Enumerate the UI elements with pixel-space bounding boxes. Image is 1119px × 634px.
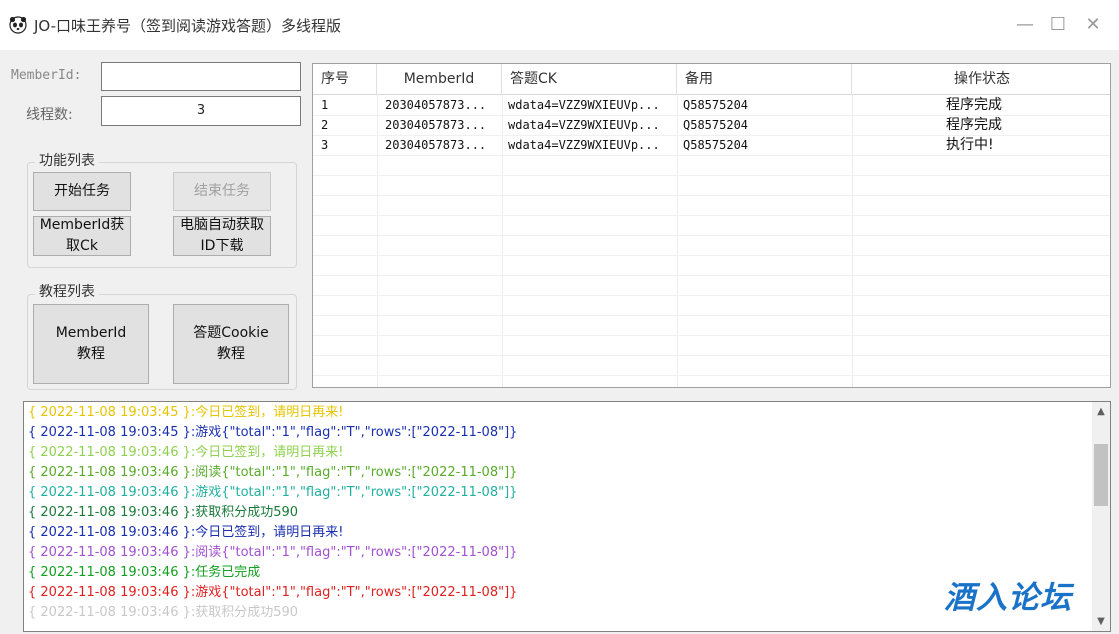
table-row-empty	[313, 235, 1110, 256]
threads-label: 线程数:	[26, 107, 73, 123]
log-line: { 2022-11-08 19:03:46 }:任务已完成	[28, 565, 261, 580]
log-line: { 2022-11-08 19:03:46 }:阅读{"total":"1","…	[28, 545, 518, 560]
log-line: { 2022-11-08 19:03:46 }:游戏{"total":"1","…	[28, 585, 518, 600]
maximize-button[interactable]: ☐	[1045, 12, 1071, 38]
auto-get-id-line1: 电脑自动获取	[180, 217, 264, 233]
table-row-empty	[313, 315, 1110, 336]
cell-backup: Q58575204	[683, 138, 749, 152]
header-backup[interactable]: 备用	[677, 64, 852, 94]
member-id-tutorial-button[interactable]: MemberId 教程	[33, 304, 149, 384]
member-id-get-ck-line1: MemberId获	[39, 217, 125, 233]
cookie-tutorial-button[interactable]: 答题Cookie 教程	[173, 304, 289, 384]
table-row-empty	[313, 195, 1110, 216]
table-row-empty	[313, 355, 1110, 376]
scroll-thumb[interactable]	[1094, 444, 1108, 506]
member-id-input[interactable]	[101, 62, 301, 91]
member-id-label: MemberId:	[11, 68, 82, 83]
header-member-id[interactable]: MemberId	[377, 64, 502, 94]
cell-answer-ck: wdata4=VZZ9WXIEUVp...	[508, 118, 660, 132]
cookie-tutorial-line2: 教程	[217, 346, 245, 362]
threads-input[interactable]: 3	[101, 96, 301, 126]
member-id-tutorial-line2: 教程	[77, 346, 105, 362]
cell-index: 1	[321, 98, 329, 112]
close-button[interactable]: ✕	[1080, 12, 1106, 38]
cell-status: 程序完成	[946, 117, 1002, 133]
watermark-logo: 酒入论坛	[944, 580, 1072, 616]
table-row[interactable]: 1 20304057873... wdata4=VZZ9WXIEUVp... Q…	[313, 95, 1110, 116]
cell-member-id: 20304057873...	[385, 118, 487, 132]
table-row-empty	[313, 215, 1110, 236]
cell-status: 执行中!	[946, 137, 994, 153]
log-line: { 2022-11-08 19:03:46 }:游戏{"total":"1","…	[28, 485, 518, 500]
cell-member-id: 20304057873...	[385, 98, 487, 112]
cell-status: 程序完成	[946, 97, 1002, 113]
cookie-tutorial-line1: 答题Cookie	[193, 325, 269, 341]
table-row[interactable]: 2 20304057873... wdata4=VZZ9WXIEUVp... Q…	[313, 115, 1110, 136]
function-group-title: 功能列表	[35, 150, 99, 170]
cell-answer-ck: wdata4=VZZ9WXIEUVp...	[508, 138, 660, 152]
log-line: { 2022-11-08 19:03:46 }:今日已签到，请明日再来!	[28, 445, 344, 460]
start-task-button[interactable]: 开始任务	[33, 172, 131, 211]
log-line: { 2022-11-08 19:03:46 }:阅读{"total":"1","…	[28, 465, 518, 480]
stop-task-button[interactable]: 结束任务	[173, 172, 271, 211]
cell-answer-ck: wdata4=VZZ9WXIEUVp...	[508, 98, 660, 112]
grid-header: 序号 MemberId 答题CK 备用 操作状态	[313, 64, 1110, 95]
panda-app-icon	[9, 16, 27, 34]
log-scrollbar[interactable]: ▲ ▼	[1092, 402, 1110, 631]
member-id-get-ck-button[interactable]: MemberId获 取Ck	[33, 216, 131, 256]
minimize-button[interactable]: —	[1012, 12, 1038, 38]
title-bar: JO-口味王养号（签到阅读游戏答题）多线程版 — ☐ ✕	[0, 0, 1119, 50]
table-row-empty	[313, 335, 1110, 356]
header-answer-ck[interactable]: 答题CK	[502, 64, 677, 94]
window-title: JO-口味王养号（签到阅读游戏答题）多线程版	[34, 17, 342, 35]
log-line: { 2022-11-08 19:03:46 }:今日已签到，请明日再来!	[28, 525, 344, 540]
log-line: { 2022-11-08 19:03:46 }:获取积分成功590	[28, 605, 299, 620]
header-index[interactable]: 序号	[313, 64, 377, 94]
auto-get-id-line2: ID下载	[200, 238, 244, 254]
cell-index: 3	[321, 138, 329, 152]
cell-index: 2	[321, 118, 329, 132]
table-row-empty	[313, 255, 1110, 276]
scroll-down-arrow-icon[interactable]: ▼	[1092, 616, 1110, 627]
header-status[interactable]: 操作状态	[852, 64, 1110, 94]
member-id-get-ck-line2: 取Ck	[66, 238, 98, 254]
log-line: { 2022-11-08 19:03:45 }:今日已签到，请明日再来!	[28, 405, 344, 420]
member-id-tutorial-line1: MemberId	[55, 325, 127, 341]
scroll-up-arrow-icon[interactable]: ▲	[1092, 406, 1110, 417]
table-row-empty	[313, 175, 1110, 196]
table-row-empty	[313, 295, 1110, 316]
auto-get-id-download-button[interactable]: 电脑自动获取 ID下载	[173, 216, 271, 256]
cell-backup: Q58575204	[683, 118, 749, 132]
log-line: { 2022-11-08 19:03:46 }:获取积分成功590	[28, 505, 299, 520]
cell-member-id: 20304057873...	[385, 138, 487, 152]
table-row-empty	[313, 275, 1110, 296]
table-row-empty	[313, 155, 1110, 176]
tutorial-group-title: 教程列表	[35, 281, 99, 301]
log-line: { 2022-11-08 19:03:45 }:游戏{"total":"1","…	[28, 425, 518, 440]
cell-backup: Q58575204	[683, 98, 749, 112]
table-row[interactable]: 3 20304057873... wdata4=VZZ9WXIEUVp... Q…	[313, 135, 1110, 156]
account-grid[interactable]: 序号 MemberId 答题CK 备用 操作状态 1 20304057873..…	[312, 63, 1111, 388]
